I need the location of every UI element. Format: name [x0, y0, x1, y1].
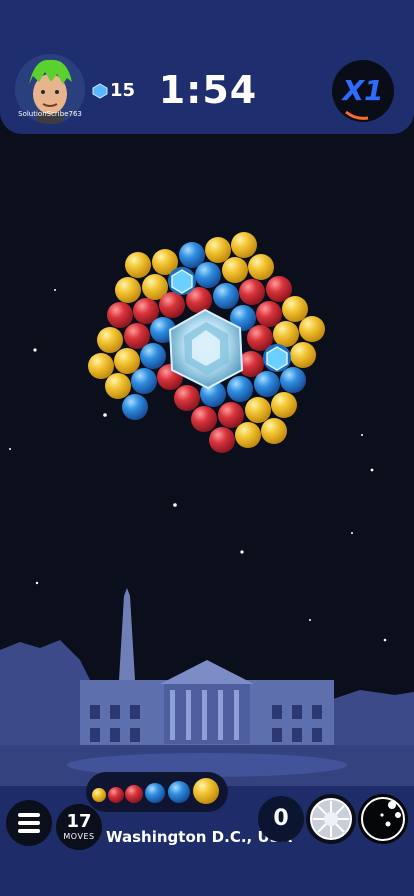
gem-bubble-icon [168, 267, 196, 295]
game-board[interactable] [0, 0, 414, 896]
queue-bubble [92, 788, 106, 802]
dots-orbit-icon [361, 797, 405, 841]
moves-label: MOVES [63, 832, 95, 841]
score-multiplier[interactable]: X1 [332, 60, 394, 122]
gem-count: 15 [110, 80, 136, 101]
queue-bubble [108, 787, 124, 803]
moves-count: 17 [66, 811, 92, 832]
score-counter: 0 [258, 796, 304, 842]
current-bubble[interactable] [193, 778, 219, 804]
aim-powerup-button[interactable] [306, 794, 356, 844]
queue-bubble [168, 781, 190, 803]
gem-icon [92, 82, 108, 99]
skyline-illustration [0, 588, 414, 790]
game-timer: 1:54 [158, 68, 258, 112]
moves-counter: 17 MOVES [56, 804, 102, 850]
target-wheel-icon [310, 798, 352, 840]
bubble-queue [86, 772, 228, 812]
bomb-powerup-button[interactable] [358, 794, 408, 844]
menu-button[interactable] [6, 800, 52, 846]
gem-bubble-icon [263, 344, 291, 372]
queue-bubble [125, 785, 143, 803]
multiplier-label: X1 [342, 74, 384, 107]
player-name: SolutionScribe763 [18, 110, 82, 118]
queue-bubble [145, 783, 165, 803]
gem-counter: 15 [92, 80, 135, 101]
